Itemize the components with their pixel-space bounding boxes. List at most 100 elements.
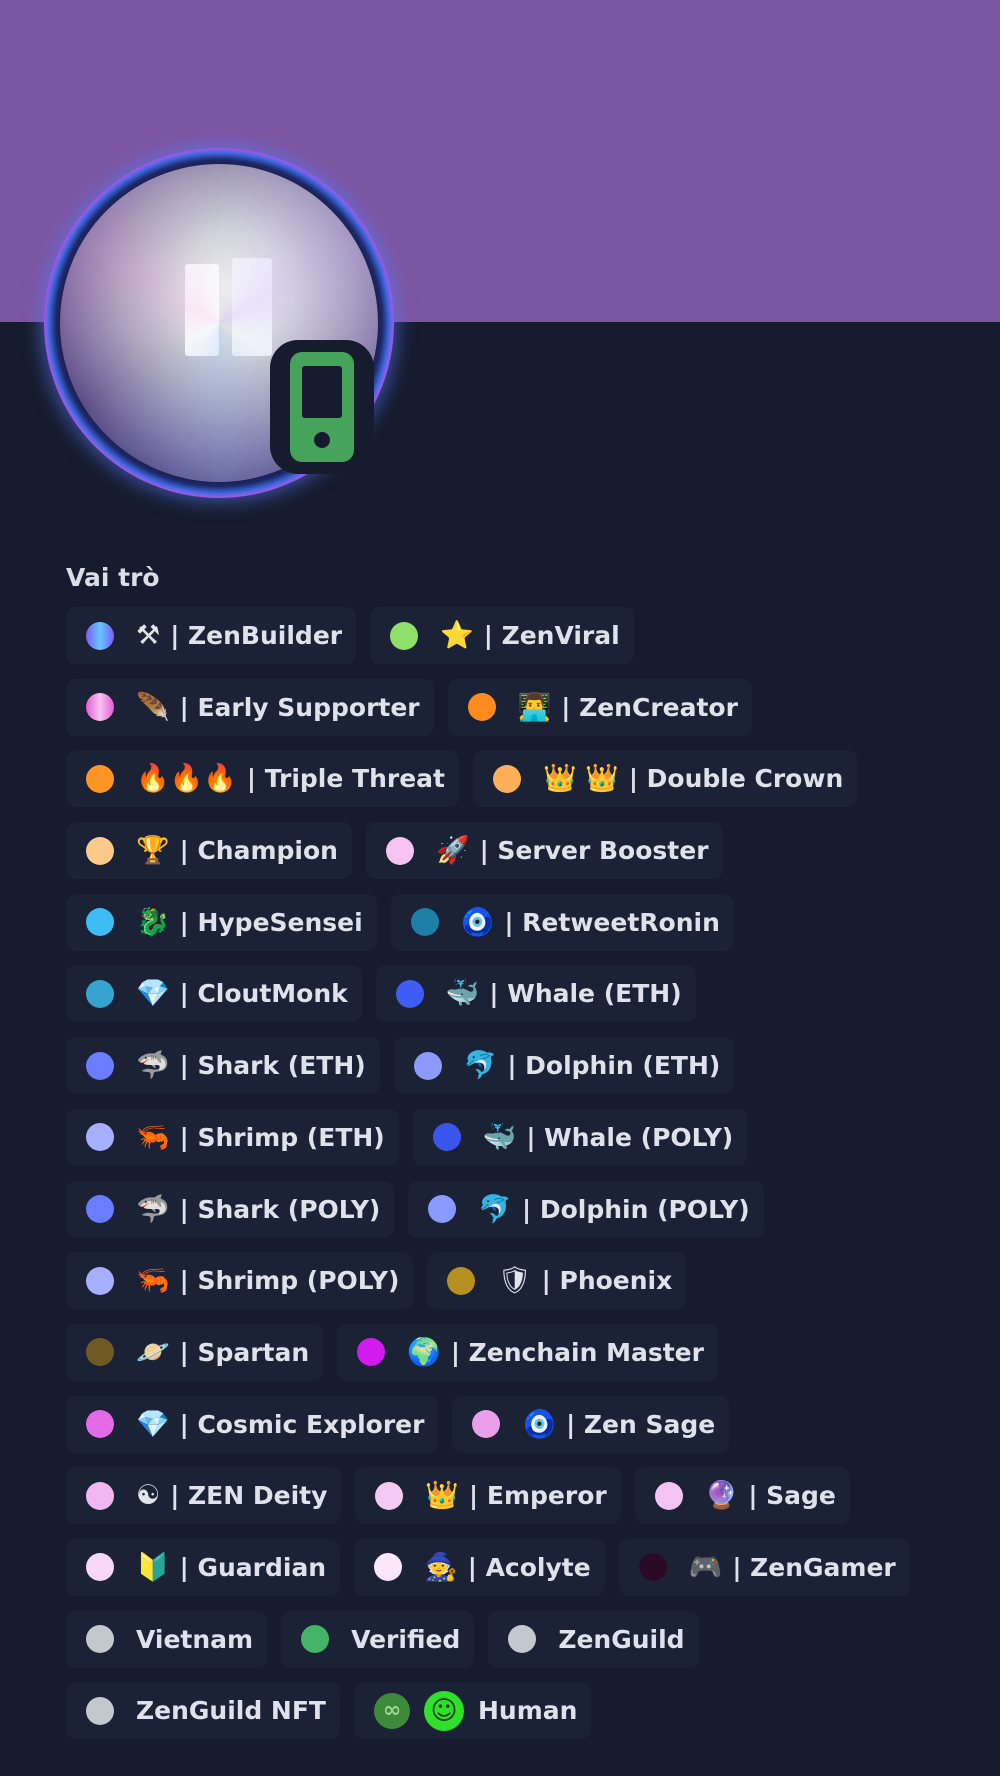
role-label: | Server Booster <box>479 836 709 866</box>
role-chip[interactable]: 🧙 | Acolyte <box>354 1538 605 1596</box>
role-chip[interactable]: 🔥🔥🔥 | Triple Threat <box>66 750 459 808</box>
role-emoji-icon: 🌍 <box>407 1336 441 1368</box>
role-chip[interactable]: 🪶 | Early Supporter <box>66 678 434 736</box>
role-label: | RetweetRonin <box>504 907 720 937</box>
role-emoji-icon: 👨‍💻 <box>517 691 552 723</box>
role-chip[interactable]: Verified <box>281 1610 475 1668</box>
role-emoji-icon: ⭐ <box>440 620 474 651</box>
role-color-dot <box>86 908 114 937</box>
role-label: | Early Supporter <box>179 692 420 722</box>
role-chip[interactable]: 🏆 | Champion <box>66 822 352 880</box>
role-chip[interactable]: 👑 | Emperor <box>355 1467 621 1525</box>
role-chip[interactable]: ZenGuild NFT <box>66 1682 340 1740</box>
role-row: 🔥🔥🔥 | Triple Threat 👑 👑 | Double Crown <box>66 750 946 808</box>
role-chip[interactable]: 👑 👑 | Double Crown <box>472 750 858 808</box>
role-emoji-icon: 🦐 <box>136 1265 170 1297</box>
role-label: | ZenCreator <box>561 692 738 722</box>
role-chip[interactable]: 🐉 | HypeSensei <box>66 893 377 951</box>
role-emoji-icon: ☯ <box>136 1480 161 1512</box>
role-chip[interactable]: ☯ | ZEN Deity <box>66 1467 342 1525</box>
role-emoji-icon: 🪐 <box>136 1336 170 1368</box>
role-label: | Shrimp (POLY) <box>179 1266 400 1296</box>
role-color-dot <box>86 979 114 1008</box>
role-label: | Whale (ETH) <box>489 979 682 1009</box>
role-color-dot <box>654 1481 683 1510</box>
role-row: 🦈 | Shark (ETH) 🐬 | Dolphin (ETH) <box>66 1037 946 1095</box>
role-color-dot <box>86 1266 114 1295</box>
role-label: | Emperor <box>469 1481 607 1511</box>
role-chip[interactable]: ∞ ☺ Human <box>354 1682 592 1740</box>
role-color-dot <box>86 1410 114 1439</box>
role-row: 💎 | CloutMonk 🐳 | Whale (ETH) <box>66 965 946 1023</box>
role-label: | Zenchain Master <box>450 1337 704 1367</box>
role-color-dot <box>86 1625 114 1654</box>
role-label: Vietnam <box>136 1624 254 1654</box>
role-emoji-icon: 🎮 <box>688 1551 723 1583</box>
role-chip[interactable]: 🐬 | Dolphin (POLY) <box>408 1180 764 1238</box>
role-label: | Zen Sage <box>566 1409 716 1439</box>
role-label: | ZEN Deity <box>170 1481 328 1511</box>
role-chip[interactable]: 💎 | Cosmic Explorer <box>66 1395 439 1453</box>
role-label: | ZenViral <box>483 621 620 650</box>
role-emoji-icon: 🦐 <box>136 1121 170 1153</box>
role-label: | ZenBuilder <box>170 621 343 650</box>
role-chip[interactable]: 🦈 | Shark (ETH) <box>66 1037 380 1095</box>
role-chip[interactable]: 🛡 | Phoenix <box>427 1252 687 1310</box>
smiley-face-icon: ☺ <box>424 1690 464 1731</box>
role-color-dot <box>467 693 496 722</box>
role-label: | Shark (ETH) <box>179 1051 366 1081</box>
role-row: ☯ | ZEN Deity 👑 | Emperor 🔮 | Sage <box>66 1467 946 1525</box>
role-label: | Guardian <box>179 1552 327 1582</box>
role-label: | Dolphin (ETH) <box>507 1051 721 1081</box>
role-chip[interactable]: 🧿 | RetweetRonin <box>390 893 734 951</box>
role-chip[interactable]: 🦐 | Shrimp (ETH) <box>66 1108 399 1166</box>
role-color-dot <box>432 1123 461 1152</box>
role-color-dot <box>86 1481 114 1510</box>
role-label: | Spartan <box>179 1337 310 1367</box>
role-chip[interactable]: 🚀 | Server Booster <box>365 822 723 880</box>
role-chip[interactable]: 🧿 | Zen Sage <box>452 1395 730 1453</box>
role-label: | Double Crown <box>628 764 844 794</box>
role-chip[interactable]: ⚒ | ZenBuilder <box>66 607 357 664</box>
role-chip[interactable]: 🐳 | Whale (ETH) <box>375 965 696 1023</box>
role-row: 🦈 | Shark (POLY) 🐬 | Dolphin (POLY) <box>66 1180 946 1238</box>
role-emoji-icon: 🐬 <box>463 1050 498 1082</box>
status-badge <box>270 340 374 474</box>
role-emoji-icon: 💎 <box>136 978 170 1010</box>
role-chip[interactable]: 🌍 | Zenchain Master <box>337 1323 718 1381</box>
role-chip[interactable]: 🪐 | Spartan <box>66 1323 324 1381</box>
role-chip[interactable]: Vietnam <box>66 1610 268 1668</box>
role-color-dot <box>86 1123 114 1152</box>
role-chip[interactable]: 🦐 | Shrimp (POLY) <box>66 1252 414 1310</box>
role-emoji-icon: 👑 👑 <box>542 763 619 795</box>
role-emoji-icon: 🔰 <box>136 1551 170 1583</box>
role-label: | ZenGamer <box>732 1552 896 1582</box>
role-chip[interactable]: 🔰 | Guardian <box>66 1538 341 1596</box>
roles-section-title: Vai trò <box>66 563 160 592</box>
role-color-dot <box>374 1553 403 1582</box>
role-chip[interactable]: 🐳 | Whale (POLY) <box>412 1108 748 1166</box>
role-chip[interactable]: ⭐ | ZenViral <box>370 607 634 664</box>
role-label: | Shark (POLY) <box>179 1194 381 1224</box>
role-row: 🦐 | Shrimp (POLY) 🛡 | Phoenix <box>66 1252 946 1310</box>
link-icon: ∞ <box>374 1692 410 1729</box>
role-chip[interactable]: 👨‍💻 | ZenCreator <box>447 678 752 736</box>
role-label: | CloutMonk <box>179 979 348 1009</box>
role-color-dot <box>357 1338 386 1367</box>
role-color-dot <box>301 1625 330 1654</box>
role-color-dot <box>410 908 439 937</box>
role-emoji-icon: ⚒ <box>136 620 161 651</box>
role-chip[interactable]: 🐬 | Dolphin (ETH) <box>393 1037 735 1095</box>
role-color-dot <box>86 1553 114 1582</box>
role-chip[interactable]: ZenGuild <box>488 1610 699 1668</box>
role-label: | Champion <box>179 836 338 866</box>
role-chip[interactable]: 🎮 | ZenGamer <box>618 1538 910 1596</box>
role-chip[interactable]: 🔮 | Sage <box>634 1467 850 1525</box>
role-label: | HypeSensei <box>179 907 363 937</box>
mobile-phone-icon <box>290 352 354 462</box>
role-chip[interactable]: 💎 | CloutMonk <box>66 965 362 1023</box>
role-emoji-icon: 🛡 <box>497 1265 532 1297</box>
role-emoji-icon: 🏆 <box>136 835 170 867</box>
role-chip[interactable]: 🦈 | Shark (POLY) <box>66 1180 395 1238</box>
role-row: 🪐 | Spartan 🌍 | Zenchain Master <box>66 1323 946 1381</box>
